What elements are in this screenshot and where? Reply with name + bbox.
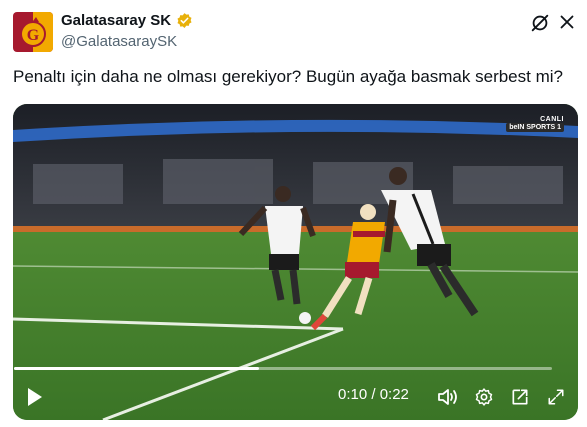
fullscreen-button[interactable]: [545, 386, 567, 408]
fullscreen-icon: [548, 389, 564, 405]
video-progress-bar[interactable]: [14, 367, 552, 370]
play-icon: [28, 388, 42, 406]
svg-text:G: G: [27, 27, 40, 44]
play-button[interactable]: [24, 386, 46, 408]
channel-badge: CANLI beIN SPORTS 1: [506, 116, 564, 132]
grok-button[interactable]: [529, 12, 551, 34]
club-logo-icon: G: [13, 12, 53, 52]
close-button[interactable]: [556, 11, 578, 33]
live-label: CANLI: [540, 116, 564, 123]
tweet-text: Penaltı için daha ne olması gerekiyor? B…: [13, 67, 563, 86]
handle[interactable]: @GalatasaraySK: [61, 33, 177, 50]
grok-icon: [531, 14, 549, 32]
video-progress-fill: [14, 367, 259, 370]
pip-button[interactable]: [509, 386, 531, 408]
settings-icon: [475, 388, 493, 406]
author-name-row: Galatasaray SK: [61, 12, 193, 29]
avatar[interactable]: G: [13, 12, 53, 52]
video-frame: [13, 104, 578, 420]
volume-button[interactable]: [436, 386, 460, 408]
verified-badge-icon: [177, 13, 192, 28]
pip-icon: [512, 389, 528, 405]
video-player[interactable]: CANLI beIN SPORTS 1: [13, 104, 578, 420]
display-name[interactable]: Galatasaray SK: [61, 12, 171, 29]
time-display: 0:10 / 0:22: [338, 386, 409, 403]
close-icon: [560, 15, 574, 29]
channel-logo: beIN SPORTS 1: [506, 123, 564, 132]
volume-icon: [438, 389, 457, 405]
settings-button[interactable]: [473, 386, 495, 408]
